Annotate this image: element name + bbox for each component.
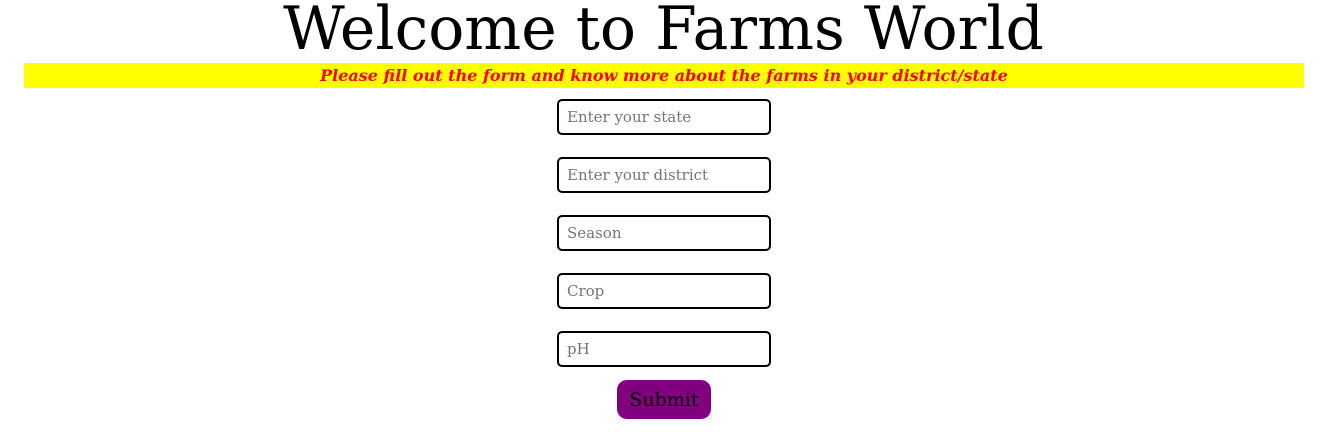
crop-input[interactable] — [557, 273, 771, 309]
district-input[interactable] — [557, 157, 771, 193]
submit-button[interactable]: Submit — [617, 380, 711, 419]
ph-input[interactable] — [557, 331, 771, 367]
instruction-banner: Please fill out the form and know more a… — [24, 63, 1304, 88]
page-title: Welcome to Farms World — [283, 0, 1044, 64]
state-input[interactable] — [557, 99, 771, 135]
page: Welcome to Farms World Please fill out t… — [0, 0, 1327, 446]
season-input[interactable] — [557, 215, 771, 251]
